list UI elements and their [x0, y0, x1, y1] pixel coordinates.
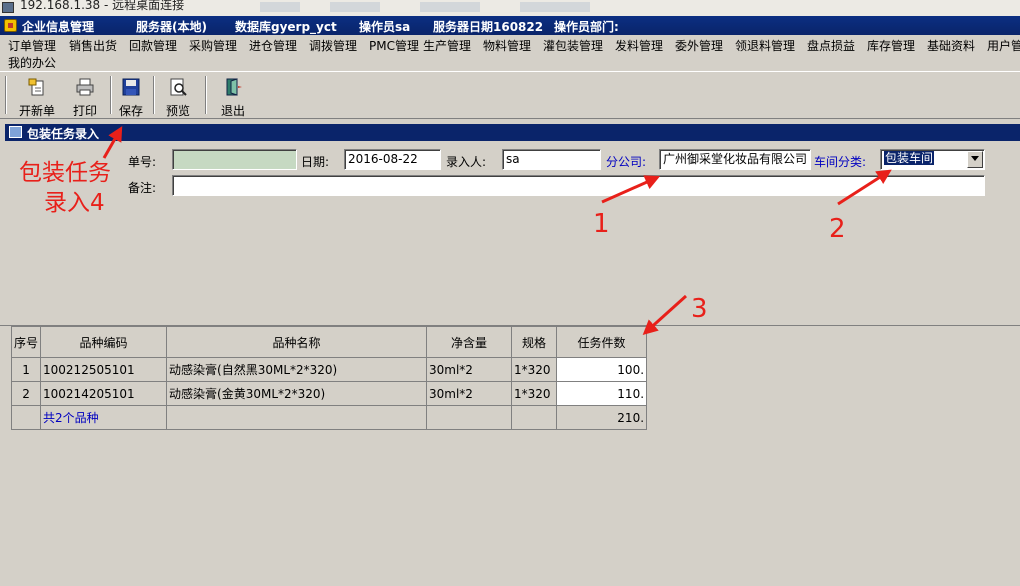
annotation-arrow-3: [642, 294, 688, 336]
annotation-arrow-2: [837, 169, 892, 206]
annotation-arrow-4: [102, 126, 123, 159]
annotation-arrow-1: [601, 175, 661, 204]
annotation-arrows: [102, 126, 892, 336]
